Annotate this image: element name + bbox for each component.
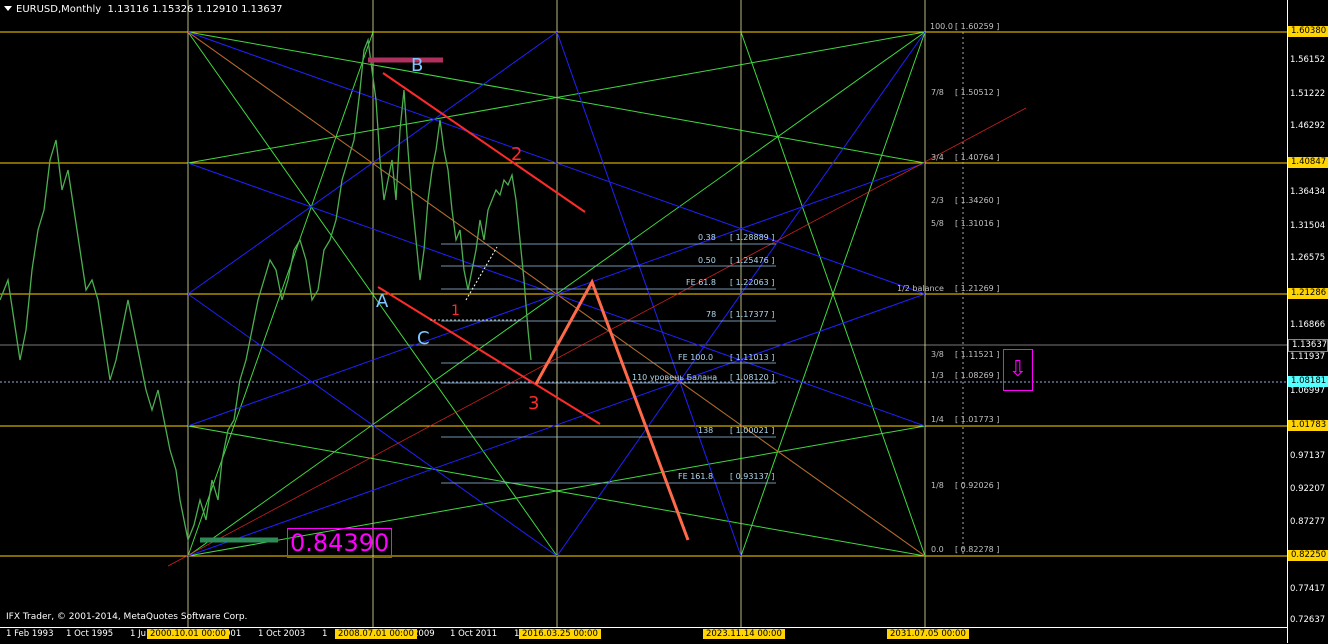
fib-level-value: [ 1.00021 ] [730,426,775,435]
price-bars [0,37,532,543]
fib-level-name: 0.38 [698,233,716,242]
gann-level-value: [ 0.82278 ] [955,545,1000,554]
down-arrow-icon[interactable]: ⇩ [1003,349,1033,391]
gann-level-value: [ 1.50512 ] [955,88,1000,97]
channel-red-lower [377,286,601,425]
gann-level-value: [ 1.01773 ] [955,415,1000,424]
price-tick: 1.31504 [1290,221,1326,231]
gann-level-name: 1/8 [931,481,944,490]
price-tick: 1.56152 [1290,55,1326,65]
price-tick: 1.36434 [1290,187,1326,197]
gann-level-value: [ 1.11521 ] [955,350,1000,359]
price-tag-bid: 1.08181 [1288,376,1328,387]
chart-header[interactable]: EURUSD,Monthly 1.13116 1.15326 1.12910 1… [4,4,282,15]
gann-level-name: 1/4 [931,415,944,424]
price-tick: 0.87277 [1290,517,1326,527]
price-tag-lower: 1.01783 [1288,420,1328,431]
price-tag-mid: 1.21286 [1288,288,1328,299]
time-tick: 1 [322,629,328,639]
gann-level-name: 1/3 [931,371,944,380]
wave-label-c: C [417,328,430,349]
price-tick: 1.46292 [1290,121,1326,131]
time-tag: 2000.10.01 00:00 [147,629,229,639]
gann-level-value: [ 1.21269 ] [955,284,1000,293]
channel-red-upper [382,72,586,213]
gann-level-name: 1/2 balance [897,284,944,293]
price-tick: 1.11937 [1290,352,1326,362]
price-tick: 0.92207 [1290,484,1326,494]
gann-level-name: 0.0 [931,545,944,554]
ohlc-values: 1.13116 1.15326 1.12910 1.13637 [107,4,283,15]
price-tag-current: 1.13637 [1288,339,1328,352]
fib-level-name: 78 [706,310,717,319]
wave-label-a: A [376,291,389,312]
time-tick: 1 Oct 1995 [66,629,114,639]
wave-label-three: 3 [528,393,540,414]
gann-level-name: 2/3 [931,196,944,205]
time-tag: 2008.07.01 00:00 [335,629,417,639]
fib-level-value: [ 1.25476 ] [730,256,775,265]
fib-level-name: 138 [698,426,714,435]
chart-menu-caret-icon[interactable] [4,6,12,11]
gann-level-value: [ 1.34260 ] [955,196,1000,205]
time-tick: 1 Ju [130,629,147,639]
gann-level-value: [ 1.08269 ] [955,371,1000,380]
wave-label-one: 1 [451,303,460,319]
low-price-label: 0.84390 [287,528,393,558]
fib-level-value: [ 1.17377 ] [730,310,775,319]
fib-level-value: [ 1.08120 ] [730,373,775,382]
fib-level-name: FE 100.0 [678,353,714,362]
price-tag-upper: 1.40847 [1288,157,1328,168]
price-tick: 0.77417 [1290,584,1326,594]
price-tag-top: 1.60380 [1288,26,1328,37]
gann-level-name: 100.0 [930,22,953,31]
price-tick: 0.72637 [1290,615,1326,625]
gann-level-value: [ 0.92026 ] [955,481,1000,490]
gann-level-name: 7/8 [931,88,944,97]
gann-level-value: [ 1.31016 ] [955,219,1000,228]
chart-window[interactable]: EURUSD,Monthly 1.13116 1.15326 1.12910 1… [0,0,1328,644]
fib-level-value: [ 0.93137 ] [730,472,775,481]
copyright-text: IFX Trader, © 2001-2014, MetaQuotes Soft… [6,612,248,622]
fib-level-value: [ 1.22063 ] [730,278,775,287]
time-tick: 1 Oct 2003 [258,629,306,639]
time-tick: 1 Feb 1993 [6,629,54,639]
time-tag: 2016.03.25 00:00 [519,629,601,639]
fib-level-value: [ 1.11013 ] [730,353,775,362]
fib-level-name: FE 61.8 [686,278,717,287]
gann-level-name: 3/4 [931,153,944,162]
time-tag: 2023.11.14 00:00 [703,629,785,639]
price-tick: 1.06997 [1290,386,1326,396]
wave-label-b: B [411,55,424,76]
symbol-period: EURUSD,Monthly [16,4,102,15]
price-tick: 1.51222 [1290,89,1326,99]
chart-canvas[interactable] [0,0,1328,643]
fib-level-name: 0.50 [698,256,716,265]
time-tick: 1 Oct 2011 [450,629,498,639]
fib-level-value: [ 1.28889 ] [730,233,775,242]
gann-level-value: [ 1.60259 ] [955,22,1000,31]
gann-level-value: [ 1.40764 ] [955,153,1000,162]
price-tag-bottom: 0.82250 [1288,550,1328,561]
fib-level-name: 110 уровень Балана [632,373,718,382]
wave-label-two: 2 [511,144,523,165]
gann-level-name: 5/8 [931,219,944,228]
time-tag: 2031.07.05 00:00 [887,629,969,639]
trend-red-thin [167,107,1027,567]
price-tick: 1.26575 [1290,253,1326,263]
gann-level-name: 3/8 [931,350,944,359]
fib-level-name: FE 161.8 [678,472,714,481]
price-tick: 1.16866 [1290,320,1326,330]
price-tick: 0.97137 [1290,451,1326,461]
